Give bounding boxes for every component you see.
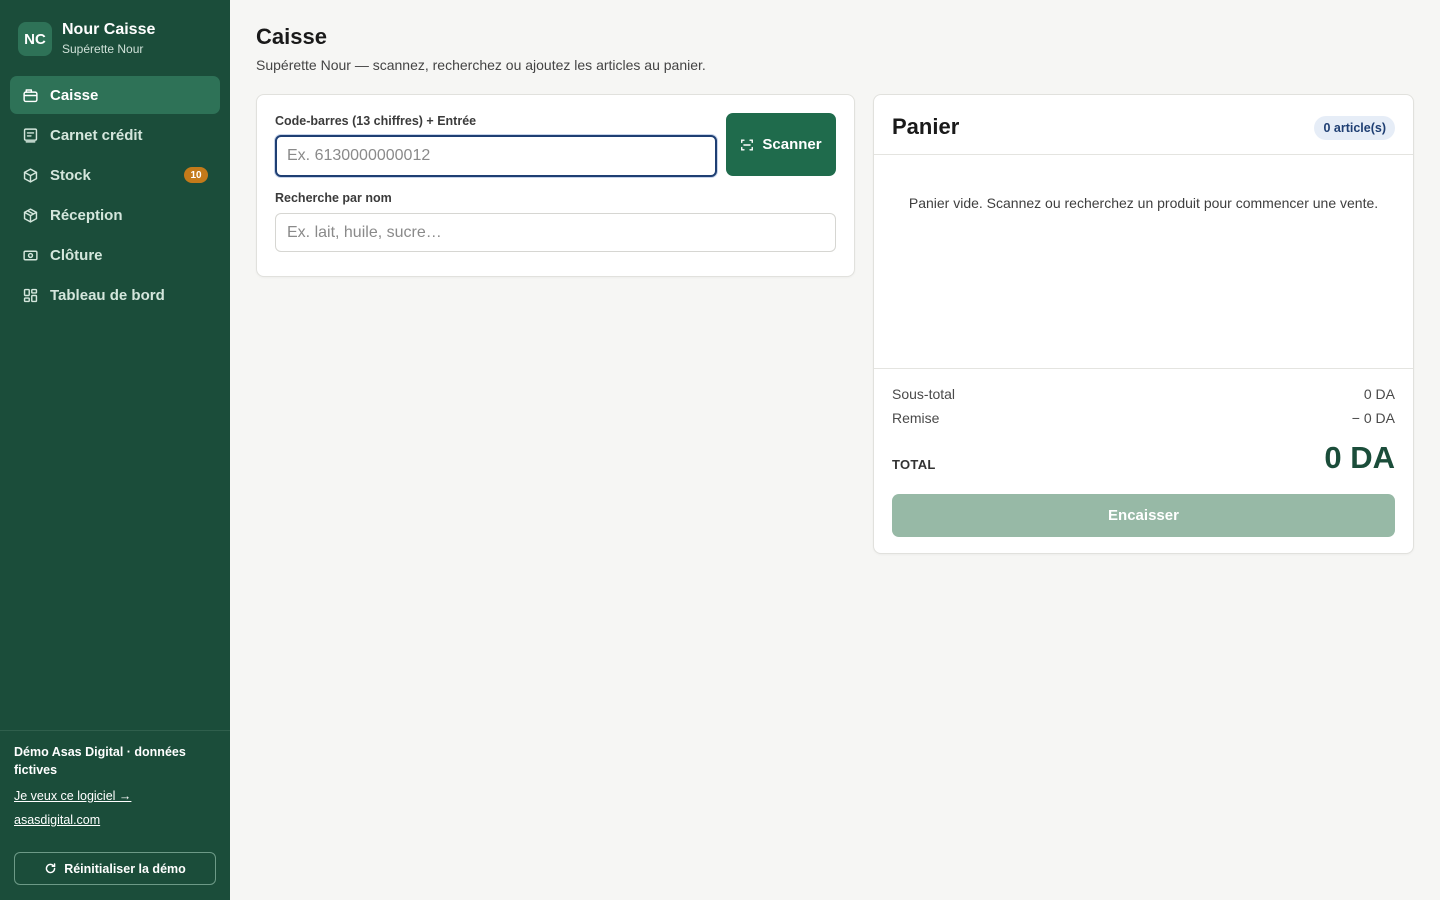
discount-label: Remise	[892, 410, 940, 426]
sidebar-item-label: Réception	[50, 206, 123, 224]
scan-icon	[741, 138, 754, 151]
website-link[interactable]: asasdigital.com	[14, 813, 100, 827]
sidebar-nav: Caisse Carnet crédit Stock 10 Réception	[10, 76, 220, 316]
sidebar-item-label: Clôture	[50, 246, 103, 264]
cart-summary-divider	[874, 368, 1413, 369]
page-subtitle: Supérette Nour — scannez, recherchez ou …	[256, 57, 706, 73]
refresh-icon	[45, 863, 56, 874]
get-software-link[interactable]: Je veux ce logiciel →	[14, 789, 131, 803]
barcode-label: Code-barres (13 chiffres) + Entrée	[275, 114, 477, 128]
sidebar-item-caisse[interactable]: Caisse	[10, 76, 220, 114]
subtotal-label: Sous-total	[892, 386, 956, 402]
sidebar-item-stock[interactable]: Stock 10	[10, 156, 220, 194]
brand-name: Nour Caisse	[62, 21, 156, 38]
discount-row: Remise − 0 DA	[892, 410, 1395, 426]
scanner-button[interactable]: Scanner	[726, 113, 836, 176]
search-label: Recherche par nom	[275, 191, 392, 205]
checkout-button[interactable]: Encaisser	[892, 494, 1395, 537]
sidebar-item-carnet-credit[interactable]: Carnet crédit	[10, 116, 220, 154]
sidebar-item-tableau-de-bord[interactable]: Tableau de bord	[10, 276, 220, 314]
box-icon	[22, 167, 39, 184]
sidebar-item-label: Carnet crédit	[50, 126, 143, 144]
sidebar-item-label: Stock	[50, 166, 91, 184]
stock-alert-badge: 10	[184, 167, 208, 183]
sidebar-item-label: Caisse	[50, 86, 99, 104]
subtotal-row: Sous-total 0 DA	[892, 386, 1395, 402]
banknote-icon	[22, 247, 39, 264]
discount-value: − 0 DA	[1351, 410, 1395, 426]
sidebar-footer: Démo Asas Digital · données fictives Je …	[0, 730, 230, 900]
cart-empty-message: Panier vide. Scannez ou recherchez un pr…	[908, 195, 1379, 211]
barcode-input[interactable]	[275, 135, 717, 177]
sidebar-item-cloture[interactable]: Clôture	[10, 236, 220, 274]
brand: NC Nour Caisse Supérette Nour	[18, 21, 155, 57]
sidebar-item-reception[interactable]: Réception	[10, 196, 220, 234]
sidebar: NC Nour Caisse Supérette Nour Caisse Car…	[0, 0, 230, 900]
brand-subtitle: Supérette Nour	[62, 42, 144, 56]
page-title: Caisse	[256, 24, 327, 49]
reset-demo-button[interactable]: Réinitialiser la démo	[14, 852, 216, 885]
total-label: TOTAL	[892, 457, 936, 472]
dashboard-icon	[22, 287, 39, 304]
cart-title: Panier	[892, 114, 960, 139]
cart-card: Panier 0 article(s) Panier vide. Scannez…	[873, 94, 1414, 554]
ledger-icon	[22, 127, 39, 144]
scan-card: Code-barres (13 chiffres) + Entrée Scann…	[256, 94, 855, 277]
package-icon	[22, 207, 39, 224]
scanner-label: Scanner	[762, 136, 822, 153]
cart-count-badge: 0 article(s)	[1314, 116, 1395, 140]
brand-logo: NC	[18, 22, 52, 56]
reset-demo-label: Réinitialiser la démo	[64, 861, 186, 876]
product-search-input[interactable]	[275, 213, 836, 252]
subtotal-value: 0 DA	[1363, 386, 1395, 402]
demo-note: Démo Asas Digital · données fictives	[14, 745, 186, 777]
sidebar-item-label: Tableau de bord	[50, 286, 165, 304]
cart-header-divider	[874, 154, 1413, 155]
cash-register-icon	[22, 87, 39, 104]
total-value: 0 DA	[1324, 440, 1395, 475]
